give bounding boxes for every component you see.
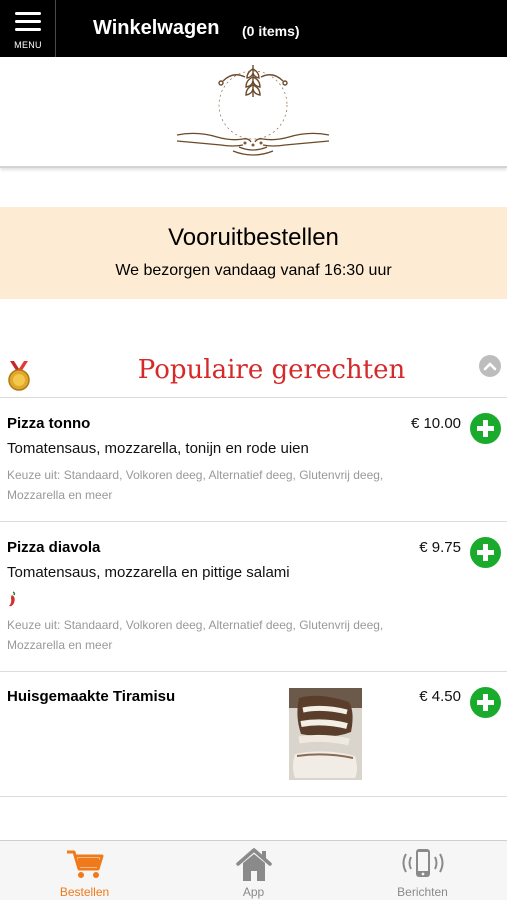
cart-icon — [66, 850, 103, 878]
item-description: Tomatensaus, mozzarella, tonijn en rode … — [7, 440, 309, 457]
menu-button[interactable]: MENU — [0, 0, 56, 57]
phone-vibrate-icon — [402, 849, 443, 877]
item-description: Tomatensaus, mozzarella en pittige salam… — [7, 564, 290, 581]
add-to-cart-button[interactable] — [470, 687, 501, 718]
add-to-cart-button[interactable] — [470, 413, 501, 444]
item-name: Huisgemaakte Tiramisu — [7, 688, 176, 705]
item-name: Pizza tonno — [7, 415, 91, 432]
nav-label: Bestellen — [59, 885, 110, 899]
item-price: € 9.75 — [419, 539, 461, 556]
bottom-nav: Bestellen App Berichten — [0, 840, 507, 900]
nav-app[interactable]: App — [169, 841, 338, 900]
cart-count[interactable]: (0 items) — [242, 23, 300, 39]
menu-item[interactable]: Huisgemaakte Tiramisu € 4.50 — [0, 671, 507, 796]
item-options: Keuze uit: Standaard, Volkoren deeg, Alt… — [7, 468, 384, 502]
menu-label: MENU — [14, 40, 42, 50]
collapse-section-button[interactable] — [479, 355, 501, 377]
chevron-up-icon — [483, 362, 497, 371]
cart-title[interactable]: Winkelwagen — [93, 17, 220, 40]
item-options: Keuze uit: Standaard, Volkoren deeg, Alt… — [7, 618, 384, 652]
chili-pepper-icon — [9, 591, 16, 607]
menu-item[interactable]: Pizza diavola € 9.75 Tomatensaus, mozzar… — [0, 521, 507, 671]
hamburger-icon — [15, 12, 41, 31]
top-bar: MENU Winkelwagen (0 items) — [0, 0, 507, 57]
home-icon — [235, 848, 272, 881]
add-to-cart-button[interactable] — [470, 537, 501, 568]
nav-label: App — [242, 885, 265, 899]
pizzart-logo — [176, 65, 330, 156]
item-price: € 10.00 — [410, 415, 461, 432]
preorder-banner: Vooruitbestellen We bezorgen vandaag van… — [0, 207, 507, 299]
nav-berichten[interactable]: Berichten — [338, 841, 507, 900]
logo-area — [0, 57, 507, 168]
menu-item[interactable]: Pizza tonno € 10.00 Tomatensaus, mozzare… — [0, 397, 507, 521]
item-price: € 4.50 — [419, 688, 461, 705]
nav-bestellen[interactable]: Bestellen — [0, 841, 169, 900]
nav-label: Berichten — [397, 885, 448, 899]
item-name: Pizza diavola — [7, 539, 101, 556]
tiramisu-photo — [289, 688, 362, 780]
banner-title: Vooruitbestellen — [168, 224, 339, 251]
section-title: Populaire gerechten — [137, 355, 406, 385]
banner-subtitle: We bezorgen vandaag vanaf 16:30 uur — [115, 262, 392, 279]
list-divider — [0, 796, 507, 797]
